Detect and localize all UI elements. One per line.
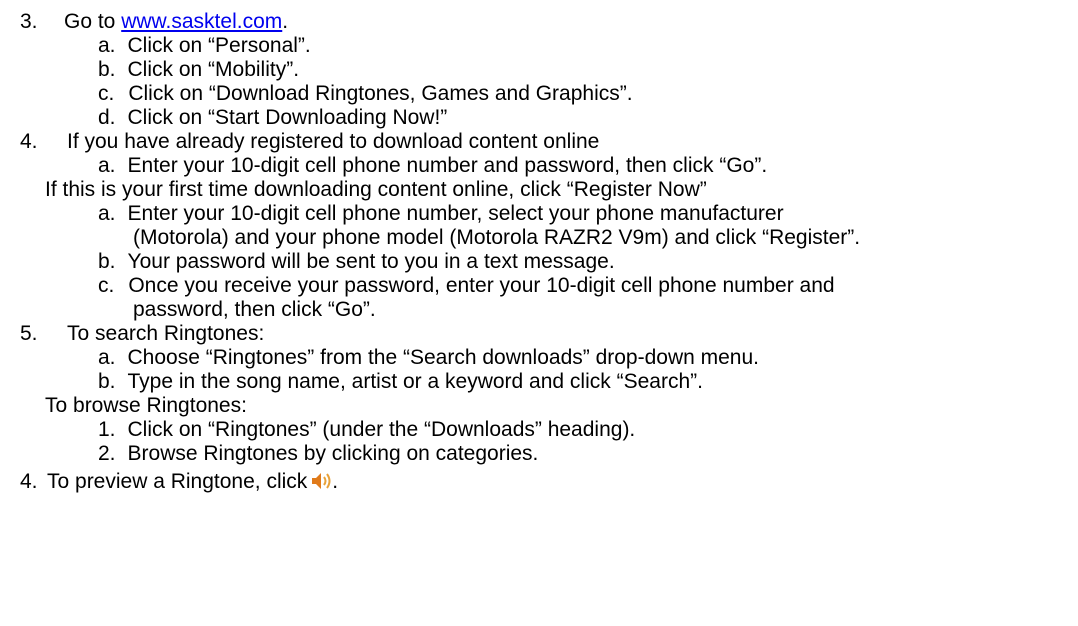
step-number: 5.	[20, 322, 38, 345]
browse-text: To browse Ringtones:	[45, 394, 247, 417]
list-item: 2. Browse Ringtones by clicking on catego…	[98, 442, 539, 465]
step-3-text: Go to www.sasktel.com.	[64, 10, 289, 33]
step-number: 4.	[20, 470, 38, 493]
step-preview-text: To preview a Ringtone, click .	[47, 470, 338, 497]
step-number: 3.	[20, 10, 38, 33]
list-item: b. Click on “Mobility”.	[98, 58, 300, 81]
list-item: b. Your password will be sent to you in a…	[98, 250, 615, 273]
list-item: c. Once you receive your password, enter …	[98, 274, 835, 297]
list-item: a. Choose “Ringtones” from the “Search do…	[98, 346, 760, 369]
list-item: 1. Click on “Ringtones” (under the “Downl…	[98, 418, 636, 441]
list-item: a. Enter your 10-digit cell phone number …	[98, 154, 768, 177]
list-item-continuation: (Motorola) and your phone model (Motorol…	[133, 226, 861, 249]
list-item: a. Click on “Personal”.	[98, 34, 311, 57]
step-number: 4.	[20, 130, 38, 153]
list-item-continuation: password, then click “Go”.	[133, 298, 376, 321]
step-4-text: If you have already registered to downlo…	[67, 130, 600, 153]
list-item: c. Click on “Download Ringtones, Games an…	[98, 82, 633, 105]
step-5-text: To search Ringtones:	[67, 322, 265, 345]
list-item: b. Type in the song name, artist or a key…	[98, 370, 703, 393]
first-time-text: If this is your first time downloading c…	[45, 178, 707, 201]
speaker-icon[interactable]	[310, 471, 332, 497]
sasktel-link[interactable]: www.sasktel.com	[121, 10, 282, 33]
list-item: d. Click on “Start Downloading Now!”	[98, 106, 448, 129]
list-item: a. Enter your 10-digit cell phone number,…	[98, 202, 784, 225]
